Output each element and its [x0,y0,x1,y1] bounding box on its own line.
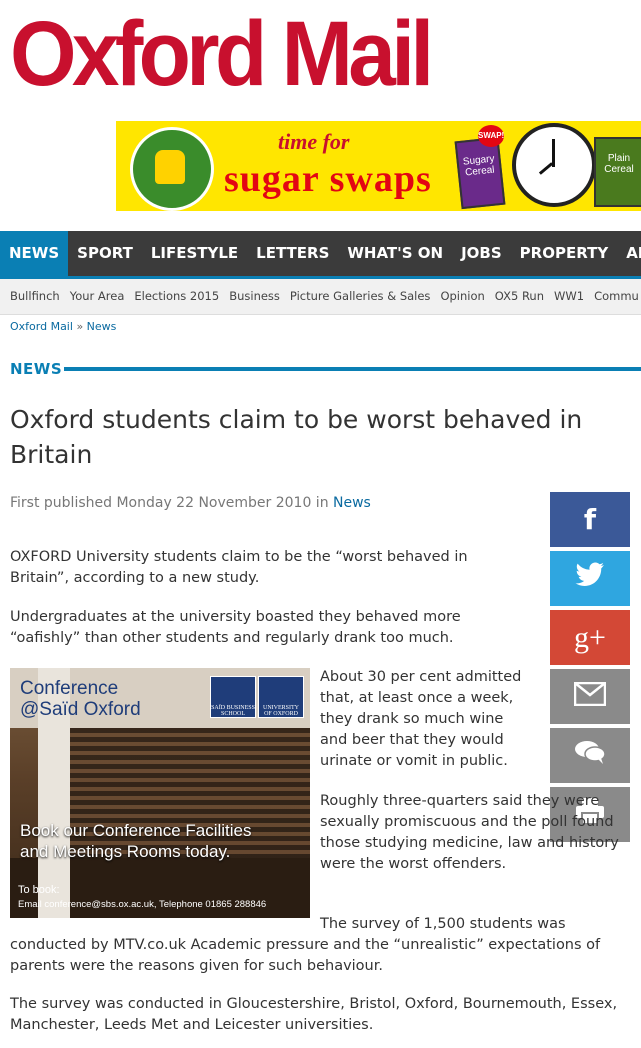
subnav-item-picture-galleries[interactable]: Picture Galleries & Sales [285,279,436,314]
said-logo-text: SAÏD BUSINESS SCHOOL [211,705,255,717]
nav-item-announcements[interactable]: ANNOUNC [617,231,641,276]
subnav-item-opinion[interactable]: Opinion [435,279,489,314]
section-heading: NEWS [10,360,641,380]
email-share-button[interactable] [550,669,630,724]
sugary-cereal-label: Sugary Cereal [462,153,496,179]
comment-share-button[interactable] [550,728,630,783]
email-icon [573,680,607,713]
plain-cereal-label: Plain Cereal [604,153,634,175]
clock-icon [512,123,596,207]
subnav-item-community[interactable]: Commu [589,279,641,314]
article-paragraph: Undergraduates at the university boasted… [10,609,461,646]
nav-item-whats-on[interactable]: WHAT'S ON [338,231,452,276]
published-date: First published Monday 22 November 2010 … [10,495,329,511]
section-label: NEWS [10,360,63,378]
conference-ad-title: Conference @Saïd Oxford [20,678,141,720]
sugary-cereal-box: Sugary Cereal [454,136,506,210]
plain-cereal-box: Plain Cereal [594,137,641,207]
conference-ad-contact: Email conference@sbs.ox.ac.uk, Telephone… [18,899,267,910]
change4life-badge [130,127,214,211]
nav-item-lifestyle[interactable]: LIFESTYLE [142,231,247,276]
google-plus-share-button[interactable]: g+ [550,610,630,665]
subnav-item-business[interactable]: Business [224,279,285,314]
article-paragraph: The survey of 1,500 students was conduct… [10,916,601,974]
breadcrumb: Oxford Mail » News [10,320,116,333]
article-paragraph: About 30 per cent admitted that, at leas… [320,669,522,769]
facebook-share-button[interactable]: f [550,492,630,547]
conference-ad-promo: Book our Conference Facilities and Meeti… [20,820,252,862]
sub-navigation: Bullfinch Your Area Elections 2015 Busin… [0,279,641,315]
said-business-school-logo: SAÏD BUSINESS SCHOOL [210,676,256,718]
twitter-share-button[interactable] [550,551,630,606]
ad-tagline-main: sugar swaps [224,158,432,200]
nav-item-jobs[interactable]: JOBS [452,231,511,276]
swap-burst: SWAP! [478,125,504,147]
conference-ad-title-line2: @Saïd Oxford [20,699,141,720]
article-paragraph: OXFORD University students claim to be t… [10,549,468,586]
thumbs-up-icon [155,150,185,184]
subnav-item-ww1[interactable]: WW1 [549,279,589,314]
conference-ad-title-line1: Conference [20,678,119,699]
conference-ad-to-book: To book: [18,884,60,896]
google-plus-icon: g+ [574,620,606,654]
breadcrumb-current-link[interactable]: News [87,320,117,333]
facebook-icon: f [583,503,597,536]
nav-item-news[interactable]: NEWS [0,231,69,276]
subnav-item-ox5-run[interactable]: OX5 Run [490,279,549,314]
site-logo[interactable]: Oxford Mail [10,8,434,100]
comment-icon [574,739,606,772]
ad-tagline-top: time for [278,129,350,154]
article-paragraph: Roughly three-quarters said they were se… [320,793,619,872]
article-paragraph: The survey was conducted in Gloucestersh… [10,996,618,1033]
breadcrumb-separator: » [76,320,84,333]
subnav-item-elections[interactable]: Elections 2015 [129,279,224,314]
article-headline: Oxford students claim to be worst behave… [10,405,583,469]
subnav-item-your-area[interactable]: Your Area [65,279,130,314]
main-navigation: NEWS SPORT LIFESTYLE LETTERS WHAT'S ON J… [0,231,641,279]
published-line: First published Monday 22 November 2010 … [10,495,371,511]
conference-ad-promo-line2: and Meetings Rooms today. [20,842,231,861]
section-rule [64,367,641,371]
conference-advertisement[interactable]: Conference @Saïd Oxford SAÏD BUSINESS SC… [10,668,310,918]
conference-ad-promo-line1: Book our Conference Facilities [20,821,252,840]
nav-item-property[interactable]: PROPERTY [511,231,618,276]
clock-hand [538,162,554,175]
breadcrumb-home-link[interactable]: Oxford Mail [10,320,73,333]
oxford-logo-text: UNIVERSITY OF OXFORD [263,705,299,717]
nav-item-letters[interactable]: LETTERS [247,231,338,276]
banner-advertisement[interactable]: time for sugar swaps Sugary Cereal SWAP!… [116,121,641,211]
university-of-oxford-logo: UNIVERSITY OF OXFORD [258,676,304,718]
published-section-link[interactable]: News [333,495,371,511]
subnav-item-bullfinch[interactable]: Bullfinch [0,279,65,314]
twitter-icon [575,562,605,595]
nav-item-sport[interactable]: SPORT [68,231,142,276]
